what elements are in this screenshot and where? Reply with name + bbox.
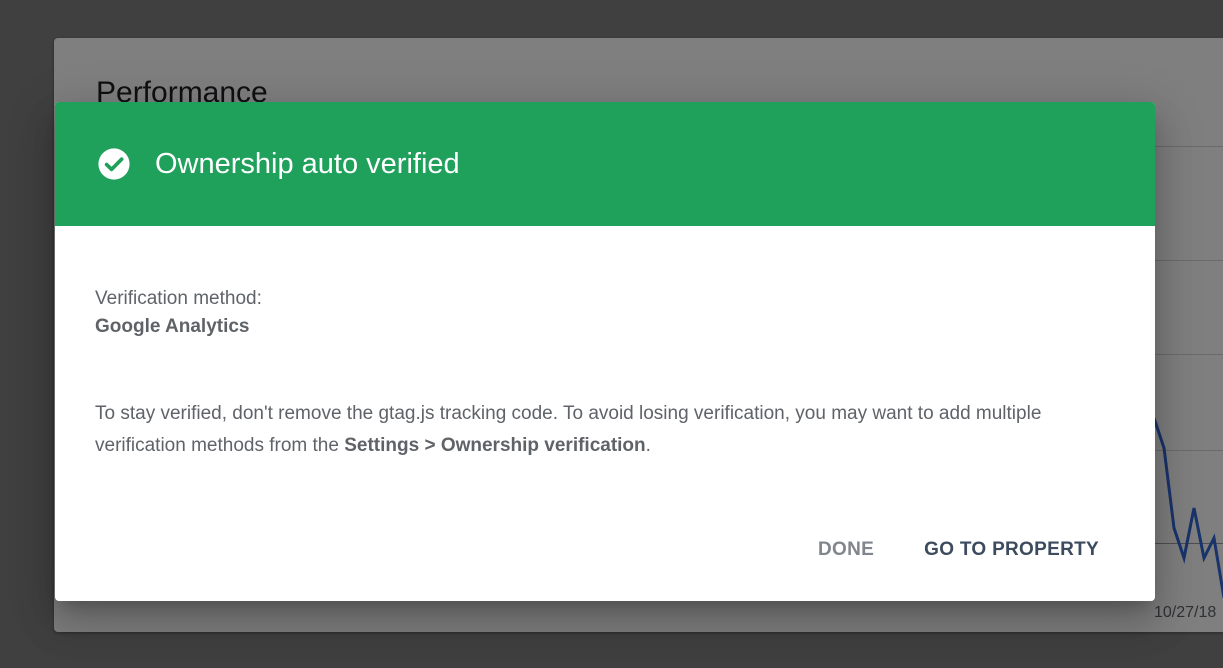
settings-path-text: Settings > Ownership verification [344,435,646,456]
verification-dialog: Ownership auto verified Verification met… [55,102,1155,601]
message-text-end: . [645,435,651,456]
dialog-body: Verification method: Google Analytics To… [55,226,1155,462]
done-button[interactable]: DONE [818,539,874,561]
verification-message: To stay verified, don't remove the gtag.… [95,398,1115,462]
check-circle-icon [98,148,130,180]
dialog-title: Ownership auto verified [155,147,460,180]
verification-method-value: Google Analytics [95,316,250,337]
verification-method-label: Verification method: [95,288,262,309]
go-to-property-button[interactable]: GO TO PROPERTY [924,539,1099,561]
dialog-actions: DONE GO TO PROPERTY [818,539,1099,561]
dialog-header: Ownership auto verified [55,102,1155,226]
